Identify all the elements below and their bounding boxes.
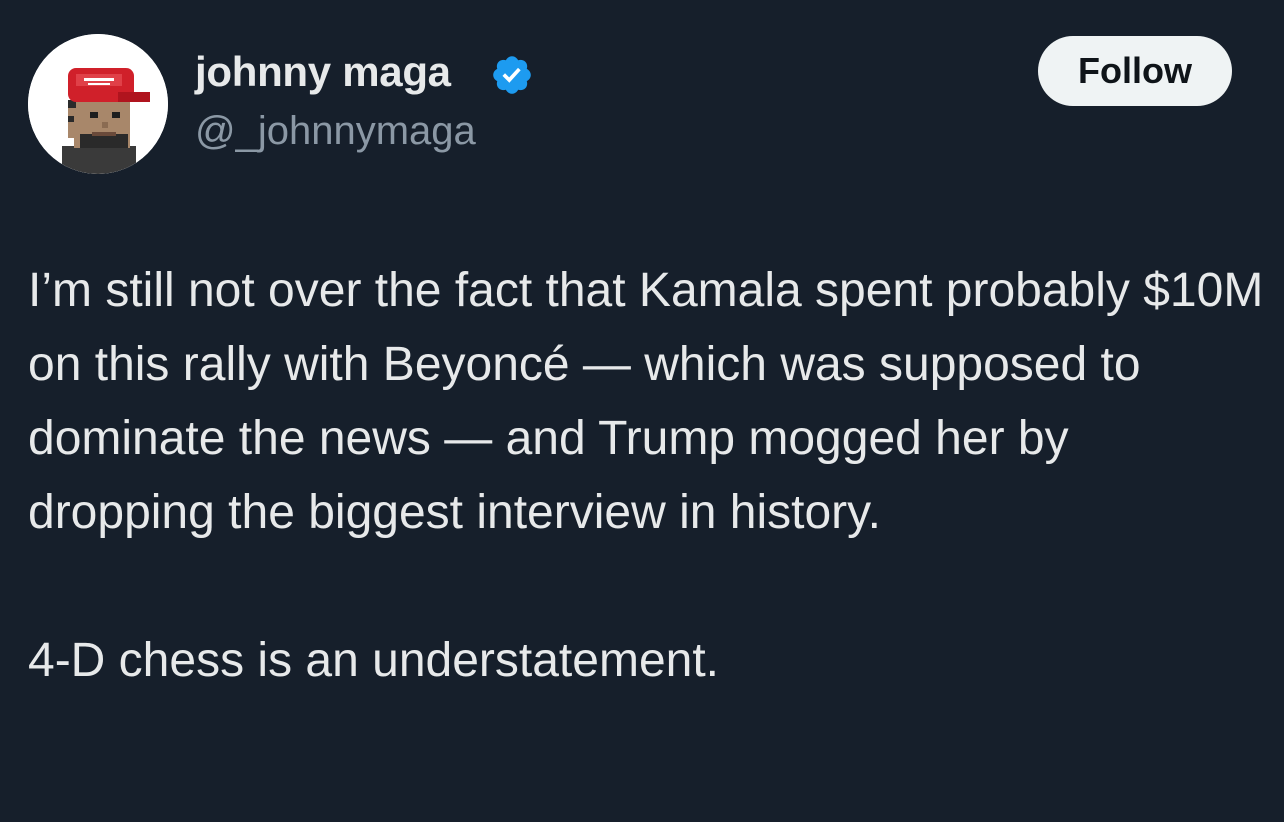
tweet-card: johnny maga @_johnnymaga Follow I’m stil… bbox=[0, 0, 1284, 822]
tweet-text: I’m still not over the fact that Kamala … bbox=[28, 254, 1264, 698]
tweet-paragraph: I’m still not over the fact that Kamala … bbox=[28, 264, 1264, 539]
pixel-avatar-red-cap-icon bbox=[28, 34, 168, 174]
verified-badge-icon bbox=[493, 56, 531, 94]
avatar[interactable] bbox=[28, 34, 168, 174]
display-name[interactable]: johnny maga bbox=[195, 48, 451, 96]
tweet-paragraph: 4-D chess is an understatement. bbox=[28, 634, 720, 687]
handle[interactable]: @_johnnymaga bbox=[195, 109, 476, 154]
follow-button[interactable]: Follow bbox=[1038, 36, 1232, 106]
